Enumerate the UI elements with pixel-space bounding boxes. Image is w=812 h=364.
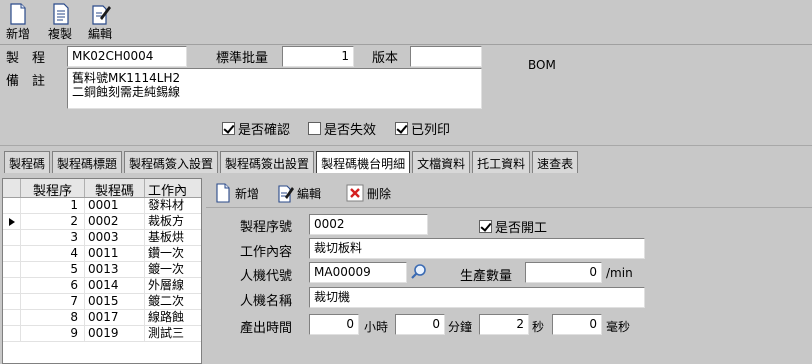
invalid-checkbox[interactable]: 是否失效 [308,119,376,138]
minutes-field[interactable]: 0 [395,314,445,335]
confirmed-checkbox[interactable]: 是否確認 [222,119,290,138]
search-icon[interactable] [410,263,428,281]
table-row[interactable]: 3 0003 基板烘 [3,230,201,246]
machine-name-field[interactable]: 裁切機 [309,287,645,308]
table-row[interactable]: 4 0011 鑽一次 [3,246,201,262]
tab-process-code[interactable]: 製程碼 [4,151,51,173]
confirmed-check [222,122,235,135]
toolbar-divider [0,44,812,45]
hours-field[interactable]: 0 [309,314,359,335]
tab-quick-lookup[interactable]: 速查表 [532,151,579,173]
table-row[interactable]: 7 0015 鍍二次 [3,294,201,310]
detail-new-button[interactable]: 新增 [214,183,259,203]
output-qty-label: 生產數量 [460,269,513,284]
new-document-icon [10,3,26,25]
tab-strip: 製程碼 製程碼標題 製程碼簽入設置 製程碼簽出設置 製程碼機台明細 文檔資料 托… [4,151,579,173]
table-row[interactable]: 6 0014 外層線 [3,278,201,294]
tab-divider [0,145,812,146]
tab-machine-details[interactable]: 製程碼機台明細 [316,151,411,173]
grid-indicator-header [3,179,21,197]
process-label: 製 程 [6,51,46,66]
seq-label: 製程序號 [240,220,293,235]
work-label: 工作內容 [240,245,293,260]
tab-process-title[interactable]: 製程碼標題 [52,151,123,173]
edit-button[interactable]: 編輯 [85,2,115,41]
machine-code-label: 人機代號 [240,269,293,284]
tab-checkout-settings[interactable]: 製程碼簽出設置 [220,151,315,173]
new-document-icon [216,183,230,203]
output-time-label: 產出時間 [240,321,293,336]
table-row[interactable]: 1 0001 發料材 [3,198,201,214]
main-toolbar: 新增 複製 編輯 [0,0,812,44]
table-row[interactable]: 9 0019 測試三 [3,326,201,342]
work-field[interactable]: 裁切板料 [309,238,645,259]
machine-name-label: 人機名稱 [240,294,293,309]
copy-button[interactable]: 複製 [45,2,75,41]
edit-document-icon [92,5,111,25]
seconds-field[interactable]: 2 [479,314,529,335]
bom-label: BOM [528,58,556,72]
open-work-checkbox[interactable]: 是否開工 [479,217,547,236]
hours-unit: 小時 [364,320,389,334]
process-code-field[interactable]: MK02CH0004 [67,46,187,67]
new-button[interactable]: 新增 [4,2,32,41]
milliseconds-field[interactable]: 0 [552,314,602,335]
detail-toolbar-divider [206,207,812,208]
milliseconds-unit: 毫秒 [606,320,631,334]
table-row[interactable]: 8 0017 線路蝕 [3,310,201,326]
grid-header: 製程序 製程碼 工作內 [3,179,201,198]
delete-x-icon [346,184,364,202]
edit-document-icon [278,185,294,203]
machine-code-field[interactable]: MA00009 [309,262,407,283]
minutes-unit: 分鐘 [448,320,473,334]
remark-label: 備 註 [6,74,46,89]
tab-checkin-settings[interactable]: 製程碼簽入設置 [124,151,219,173]
copy-document-icon [53,3,69,25]
process-grid[interactable]: 製程序 製程碼 工作內 1 0001 發料材 2 0002 裁板方 3 0003 基板烘 4… [2,178,202,364]
std-qty-label: 標準批量 [216,51,269,66]
col-seq-header[interactable]: 製程序 [21,179,85,197]
col-work-header[interactable]: 工作內 [145,179,201,197]
seq-field[interactable]: 0002 [309,214,428,235]
tab-documents[interactable]: 文檔資料 [412,151,471,173]
seconds-unit: 秒 [532,320,545,334]
detail-edit-button[interactable]: 編輯 [276,183,321,203]
printed-checkbox[interactable]: 已列印 [395,119,450,138]
table-row[interactable]: 5 0013 鍍一次 [3,262,201,278]
output-unit-label: /min [606,266,633,280]
table-row[interactable]: 2 0002 裁板方 [3,214,201,230]
invalid-check [308,122,321,135]
open-work-check [479,220,492,233]
tab-outsourcing[interactable]: 托工資料 [472,151,531,173]
detail-delete-button[interactable]: 刪除 [346,183,391,203]
printed-check [395,122,408,135]
current-row-indicator-icon [9,218,15,226]
col-code-header[interactable]: 製程碼 [85,179,145,197]
std-qty-field[interactable]: 1 [282,46,354,67]
version-field[interactable] [410,46,482,67]
version-label: 版本 [372,51,399,66]
output-qty-field[interactable]: 0 [525,262,602,283]
remark-textarea[interactable]: 舊料號MK1114LH2 二銅蝕刻需走純錫線 [67,68,482,109]
